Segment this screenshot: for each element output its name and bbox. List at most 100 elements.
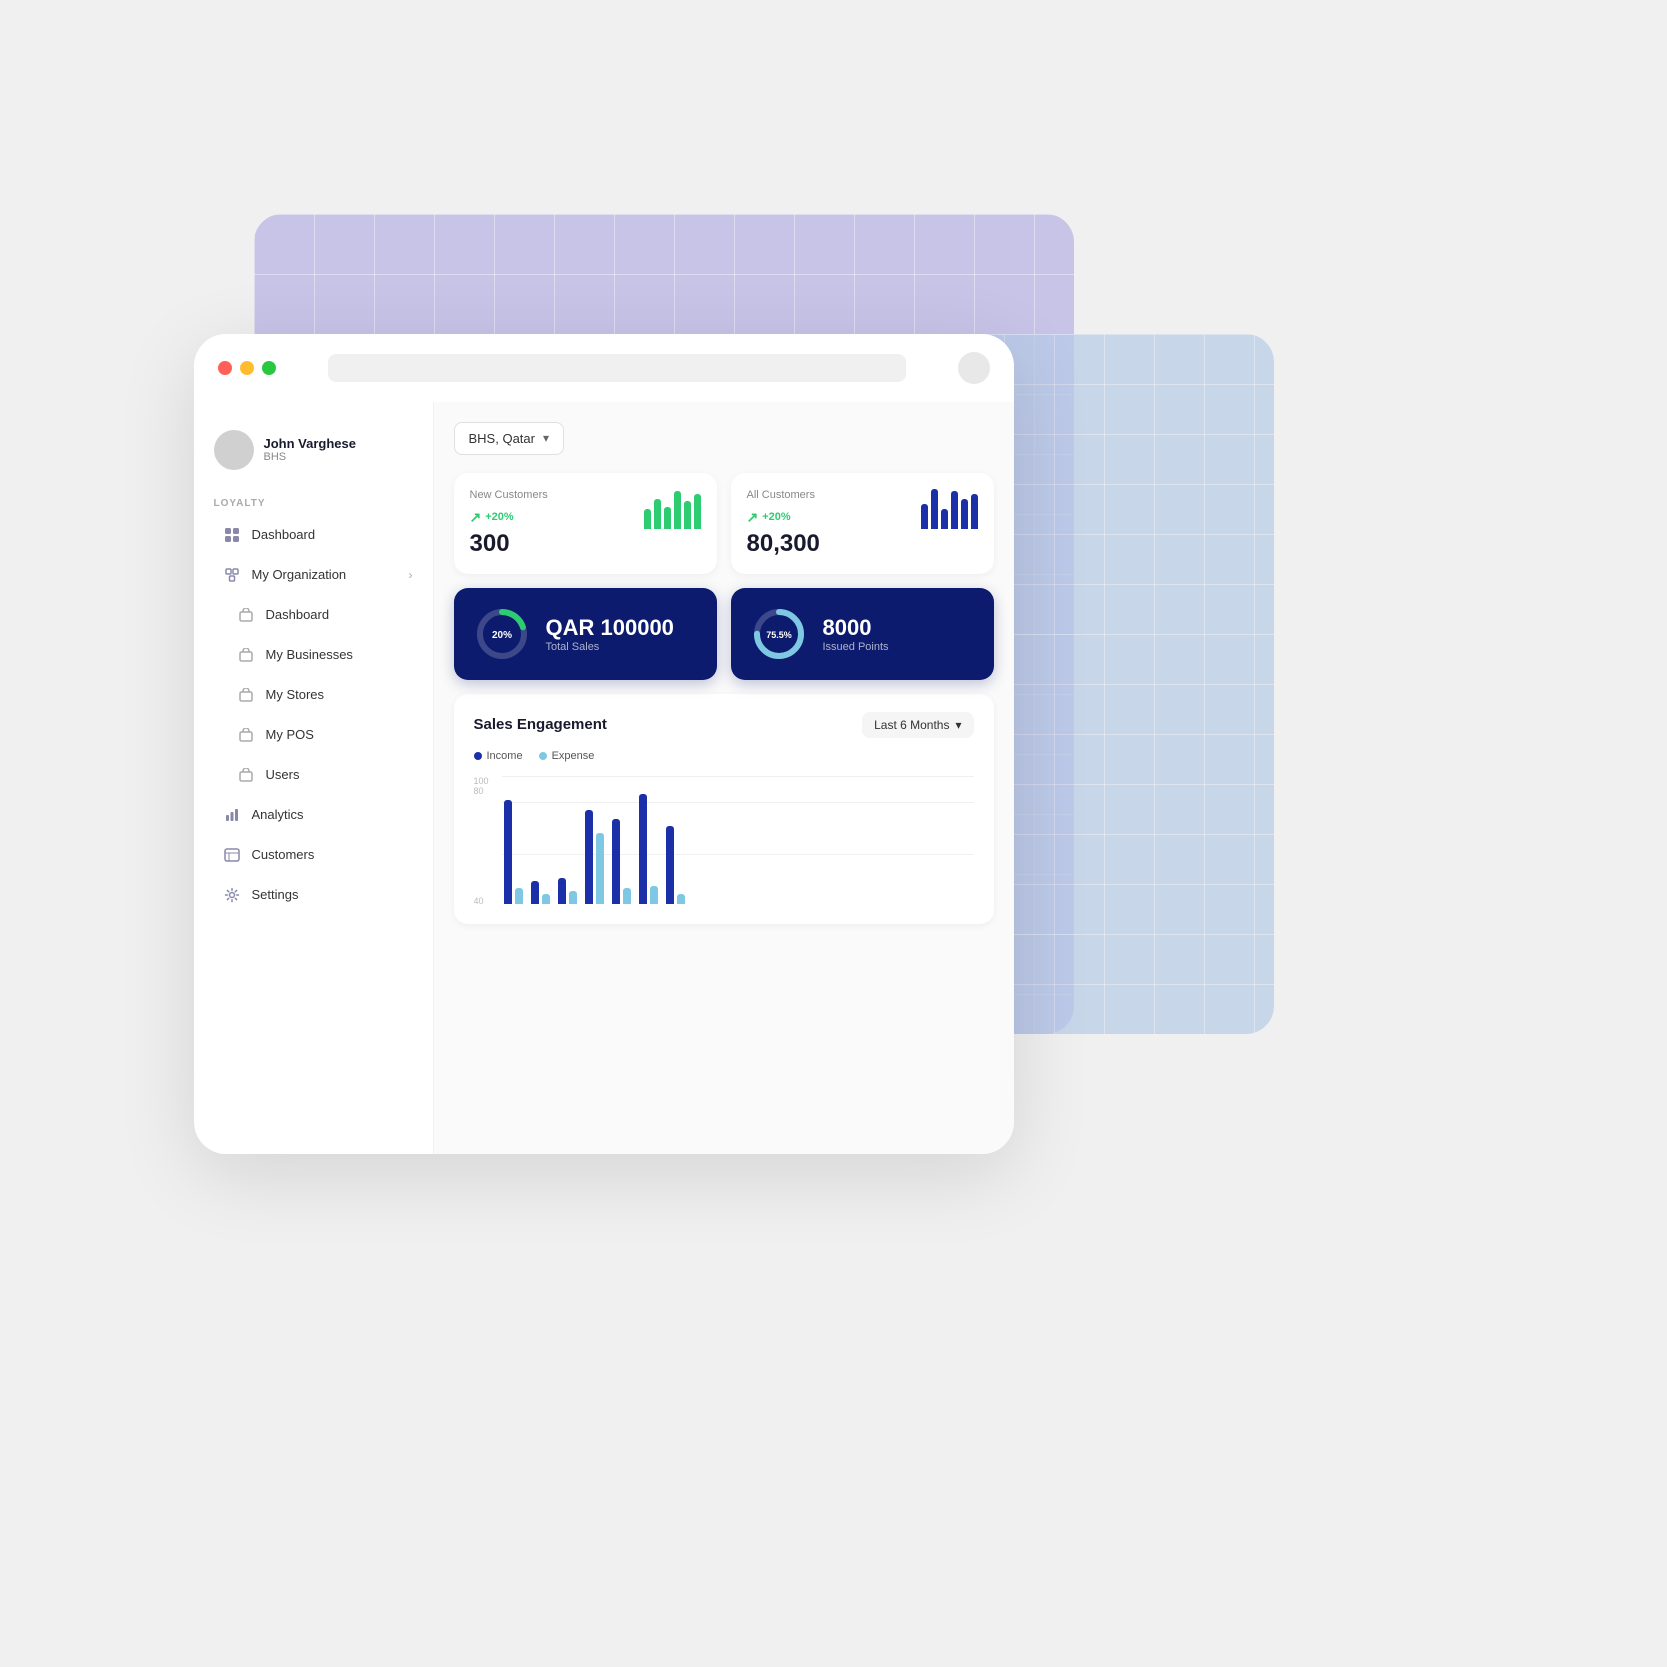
- avatar: [214, 430, 254, 470]
- chart-legend: Income Expense: [474, 750, 974, 762]
- income-label: Income: [487, 750, 523, 762]
- y-label-40: 40: [474, 896, 502, 906]
- bar-group-5: [612, 819, 631, 904]
- expense-dot: [539, 752, 547, 760]
- bar-chart-bars: [504, 776, 974, 906]
- analytics-icon: [222, 805, 242, 825]
- dark-card-total-sales: 20% QAR 100000 Total Sales: [454, 588, 717, 680]
- section-label: LOYALTY: [194, 490, 433, 515]
- sidebar-item-my-stores[interactable]: My Stores: [202, 675, 425, 715]
- bar-expense-1: [515, 888, 523, 904]
- app-card: John Varghese BHS LOYALTY: [194, 334, 1014, 1154]
- sidebar-item-my-organization-label: My Organization: [252, 567, 347, 582]
- total-sales-info: QAR 100000 Total Sales: [546, 615, 674, 653]
- bar-expense-2: [542, 894, 550, 904]
- dashboard-icon: [222, 525, 242, 545]
- issued-points-donut: 75.5%: [751, 606, 807, 662]
- chevron-down-icon: ▾: [543, 431, 549, 445]
- title-bar: [194, 334, 1014, 402]
- bar-group-4: [585, 810, 604, 904]
- org-icon: [222, 565, 242, 585]
- bar-group-7: [666, 826, 685, 904]
- all-customers-value: 80,300: [747, 530, 820, 558]
- traffic-lights: [218, 361, 276, 375]
- chevron-right-icon: ›: [409, 568, 413, 582]
- settings-icon: [222, 885, 242, 905]
- new-customers-chart: [644, 489, 701, 529]
- title-button[interactable]: [958, 352, 990, 384]
- bar-expense-3: [569, 891, 577, 904]
- total-sales-label: Total Sales: [546, 641, 674, 653]
- bar-income-4: [585, 810, 593, 904]
- store-icon-4: [236, 725, 256, 745]
- bar-group-6: [639, 794, 658, 904]
- new-customers-value: 300: [470, 530, 548, 558]
- period-selector[interactable]: Last 6 Months ▾: [862, 712, 973, 738]
- dark-card-issued-points: 75.5% 8000 Issued Points: [731, 588, 994, 680]
- bar-income-3: [558, 878, 566, 904]
- sidebar-item-my-organization[interactable]: My Organization ›: [202, 555, 425, 595]
- sidebar-item-my-pos[interactable]: My POS: [202, 715, 425, 755]
- bar-income-6: [639, 794, 647, 904]
- sidebar-item-dashboard[interactable]: Dashboard: [202, 515, 425, 555]
- sidebar-item-users[interactable]: Users: [202, 755, 425, 795]
- period-chevron-icon: ▾: [955, 718, 961, 732]
- bar-group-1: [504, 800, 523, 904]
- total-sales-donut: 20%: [474, 606, 530, 662]
- location-text: BHS, Qatar: [469, 431, 535, 446]
- bar-income-5: [612, 819, 620, 904]
- engagement-header: Sales Engagement Last 6 Months ▾: [474, 712, 974, 738]
- engagement-card: Sales Engagement Last 6 Months ▾ Income: [454, 694, 994, 924]
- location-selector[interactable]: BHS, Qatar ▾: [454, 422, 565, 455]
- stat-card-new-customers: New Customers ↗ +20% 300: [454, 473, 717, 574]
- y-label-100: 100: [474, 776, 502, 786]
- user-profile: John Varghese BHS: [194, 418, 433, 490]
- sidebar-item-my-businesses-label: My Businesses: [266, 647, 353, 662]
- bar-expense-5: [623, 888, 631, 904]
- period-label: Last 6 Months: [874, 718, 949, 732]
- bar-expense-4: [596, 833, 604, 904]
- total-sales-value: QAR 100000: [546, 615, 674, 641]
- maximize-dot[interactable]: [262, 361, 276, 375]
- main-content: BHS, Qatar ▾ New Customers ↗ +20%: [434, 402, 1014, 1154]
- all-customers-badge: ↗ +20%: [747, 509, 791, 526]
- sidebar-sub-dashboard-label: Dashboard: [266, 607, 330, 622]
- legend-expense: Expense: [539, 750, 595, 762]
- all-customers-title: All Customers: [747, 489, 820, 501]
- user-org: BHS: [264, 451, 356, 463]
- sidebar-item-my-businesses[interactable]: My Businesses: [202, 635, 425, 675]
- expense-label: Expense: [552, 750, 595, 762]
- minimize-dot[interactable]: [240, 361, 254, 375]
- new-customers-badge: ↗ +20%: [470, 509, 514, 526]
- close-dot[interactable]: [218, 361, 232, 375]
- bar-income-7: [666, 826, 674, 904]
- svg-text:20%: 20%: [491, 630, 511, 641]
- stat-card-all-customers: All Customers ↗ +20% 80,300: [731, 473, 994, 574]
- y-label-80: 80: [474, 786, 502, 796]
- sidebar-item-my-stores-label: My Stores: [266, 687, 325, 702]
- issued-points-info: 8000 Issued Points: [823, 615, 889, 653]
- user-info: John Varghese BHS: [264, 436, 356, 463]
- bar-expense-6: [650, 886, 658, 904]
- legend-income: Income: [474, 750, 523, 762]
- sidebar: John Varghese BHS LOYALTY: [194, 402, 434, 1154]
- store-icon-3: [236, 685, 256, 705]
- issued-points-value: 8000: [823, 615, 889, 641]
- sidebar-item-sub-dashboard[interactable]: Dashboard: [202, 595, 425, 635]
- sidebar-item-analytics-label: Analytics: [252, 807, 304, 822]
- bar-group-2: [531, 881, 550, 904]
- engagement-title: Sales Engagement: [474, 716, 607, 733]
- search-bar[interactable]: [328, 354, 906, 382]
- sidebar-item-settings[interactable]: Settings: [202, 875, 425, 915]
- sidebar-item-my-pos-label: My POS: [266, 727, 314, 742]
- sidebar-item-analytics[interactable]: Analytics: [202, 795, 425, 835]
- customers-icon: [222, 845, 242, 865]
- store-icon-1: [236, 605, 256, 625]
- dark-cards-row: 20% QAR 100000 Total Sales: [454, 588, 994, 680]
- sidebar-item-customers[interactable]: Customers: [202, 835, 425, 875]
- income-dot: [474, 752, 482, 760]
- sidebar-item-settings-label: Settings: [252, 887, 299, 902]
- bar-expense-7: [677, 894, 685, 904]
- all-customers-chart: [921, 489, 978, 529]
- new-customers-title: New Customers: [470, 489, 548, 501]
